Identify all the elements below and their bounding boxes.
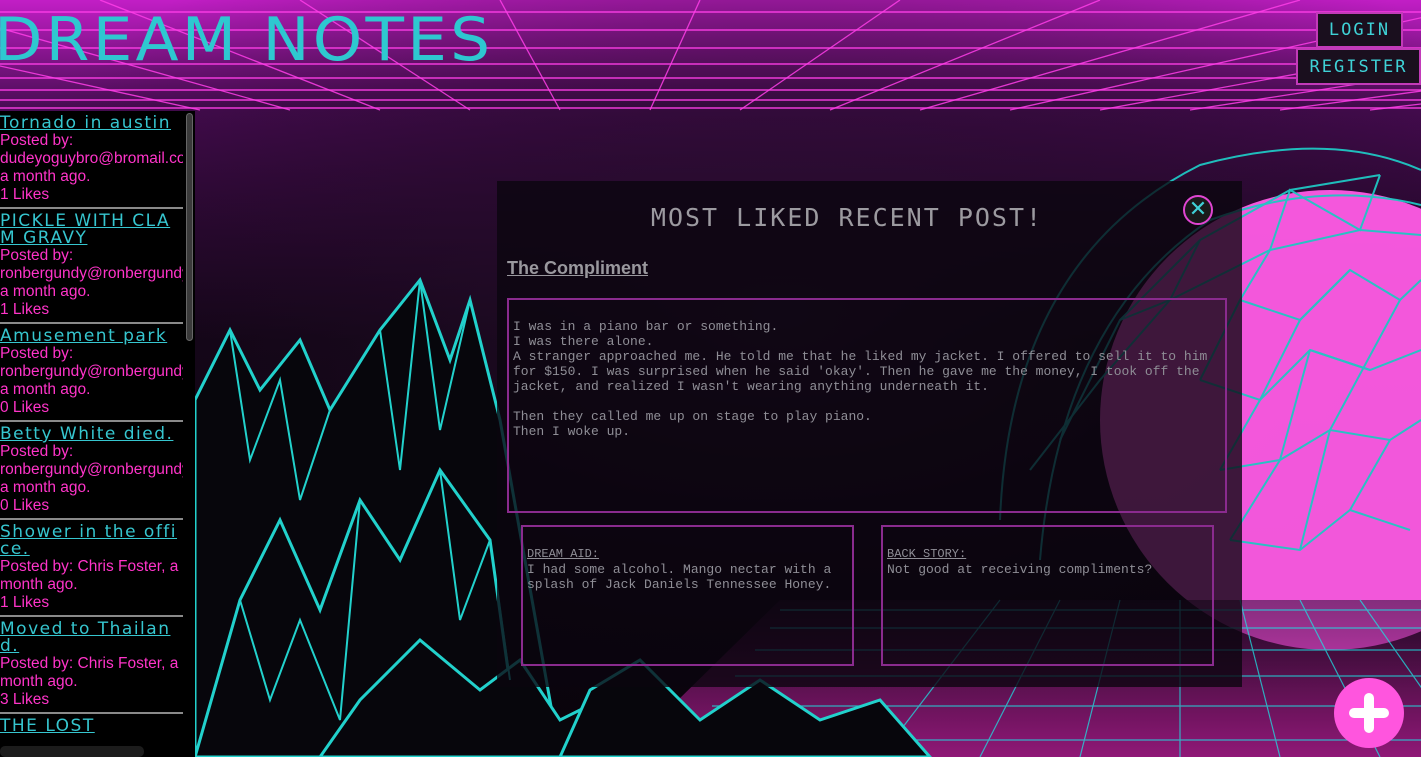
- login-button[interactable]: LOGIN: [1316, 12, 1403, 48]
- post-title-link[interactable]: Moved to Thailand.: [0, 621, 183, 655]
- post-author: ronbergundy@ronbergundy.com,: [0, 265, 183, 282]
- dream-aid-box: DREAM AID: I had some alcohol. Mango nec…: [521, 525, 854, 666]
- post-byline: Posted by: Chris Foster, a month ago.: [0, 558, 179, 593]
- close-icon: ✕: [1188, 197, 1208, 222]
- back-story-label: BACK STORY:: [887, 547, 967, 561]
- post-date: a month ago.: [0, 381, 91, 398]
- post-date: a month ago.: [0, 283, 91, 300]
- post-list-item: Betty White died. Posted by: ronbergundy…: [0, 422, 183, 520]
- post-list-item: Moved to Thailand. Posted by: Chris Fost…: [0, 617, 183, 714]
- post-author: ronbergundy@ronbergundy.com,: [0, 363, 183, 380]
- modal-heading: MOST LIKED RECENT POST!: [650, 203, 1044, 232]
- post-likes: 1 Likes: [0, 301, 50, 318]
- post-author: dudeyoguybro@bromail.com,: [0, 150, 183, 167]
- dream-text-box: I was in a piano bar or something. I was…: [507, 298, 1227, 513]
- post-list-item: THE LOST: [0, 714, 183, 738]
- dream-aid-text: I had some alcohol. Mango nectar with a …: [527, 562, 840, 592]
- post-title-link[interactable]: Betty White died.: [0, 426, 183, 443]
- back-story-box: BACK STORY: Not good at receiving compli…: [881, 525, 1214, 666]
- post-likes: 3 Likes: [0, 691, 50, 708]
- post-list: Tornado in austin Posted by: dudeyoguybr…: [0, 111, 183, 738]
- post-title[interactable]: The Compliment: [507, 258, 648, 279]
- most-liked-post-modal: MOST LIKED RECENT POST! ✕ The Compliment…: [497, 181, 1242, 687]
- post-title-link[interactable]: THE LOST: [0, 718, 183, 735]
- post-date: a month ago.: [0, 168, 91, 185]
- post-likes: 1 Likes: [0, 594, 50, 611]
- post-list-item: Tornado in austin Posted by: dudeyoguybr…: [0, 111, 183, 209]
- dream-text: I was in a piano bar or something. I was…: [513, 319, 1208, 439]
- post-date: a month ago.: [0, 479, 91, 496]
- post-title-link[interactable]: Shower in the office.: [0, 524, 183, 558]
- post-list-item: Amusement park Posted by: ronbergundy@ro…: [0, 324, 183, 422]
- sidebar-horizontal-scrollbar[interactable]: [0, 746, 144, 757]
- post-title-link[interactable]: Tornado in austin: [0, 115, 183, 132]
- dream-aid-label: DREAM AID:: [527, 547, 600, 561]
- post-likes: 0 Likes: [0, 497, 50, 514]
- sidebar-scrollbar-thumb[interactable]: [186, 113, 193, 341]
- post-title-link[interactable]: PICKLE WITH CLAM GRAVY: [0, 213, 183, 247]
- close-button[interactable]: ✕: [1183, 195, 1213, 225]
- back-story-text: Not good at receiving compliments?: [887, 562, 1153, 577]
- post-likes: 1 Likes: [0, 186, 50, 203]
- register-button[interactable]: REGISTER: [1296, 48, 1421, 85]
- post-author-label: Posted by:: [0, 443, 74, 460]
- add-post-button[interactable]: [1334, 678, 1404, 748]
- post-author: ronbergundy@ronbergundy.com,: [0, 461, 183, 478]
- site-title[interactable]: DREAM NOTES: [0, 8, 493, 72]
- post-author-label: Posted by:: [0, 132, 74, 149]
- plus-icon: [1349, 693, 1389, 733]
- post-author-label: Posted by:: [0, 247, 74, 264]
- post-list-item: PICKLE WITH CLAM GRAVY Posted by: ronber…: [0, 209, 183, 324]
- post-byline: Posted by: Chris Foster, a month ago.: [0, 655, 179, 690]
- post-list-item: Shower in the office. Posted by: Chris F…: [0, 520, 183, 617]
- post-author-label: Posted by:: [0, 345, 74, 362]
- post-likes: 0 Likes: [0, 399, 50, 416]
- post-sidebar[interactable]: Tornado in austin Posted by: dudeyoguybr…: [0, 111, 195, 757]
- post-title-link[interactable]: Amusement park: [0, 328, 183, 345]
